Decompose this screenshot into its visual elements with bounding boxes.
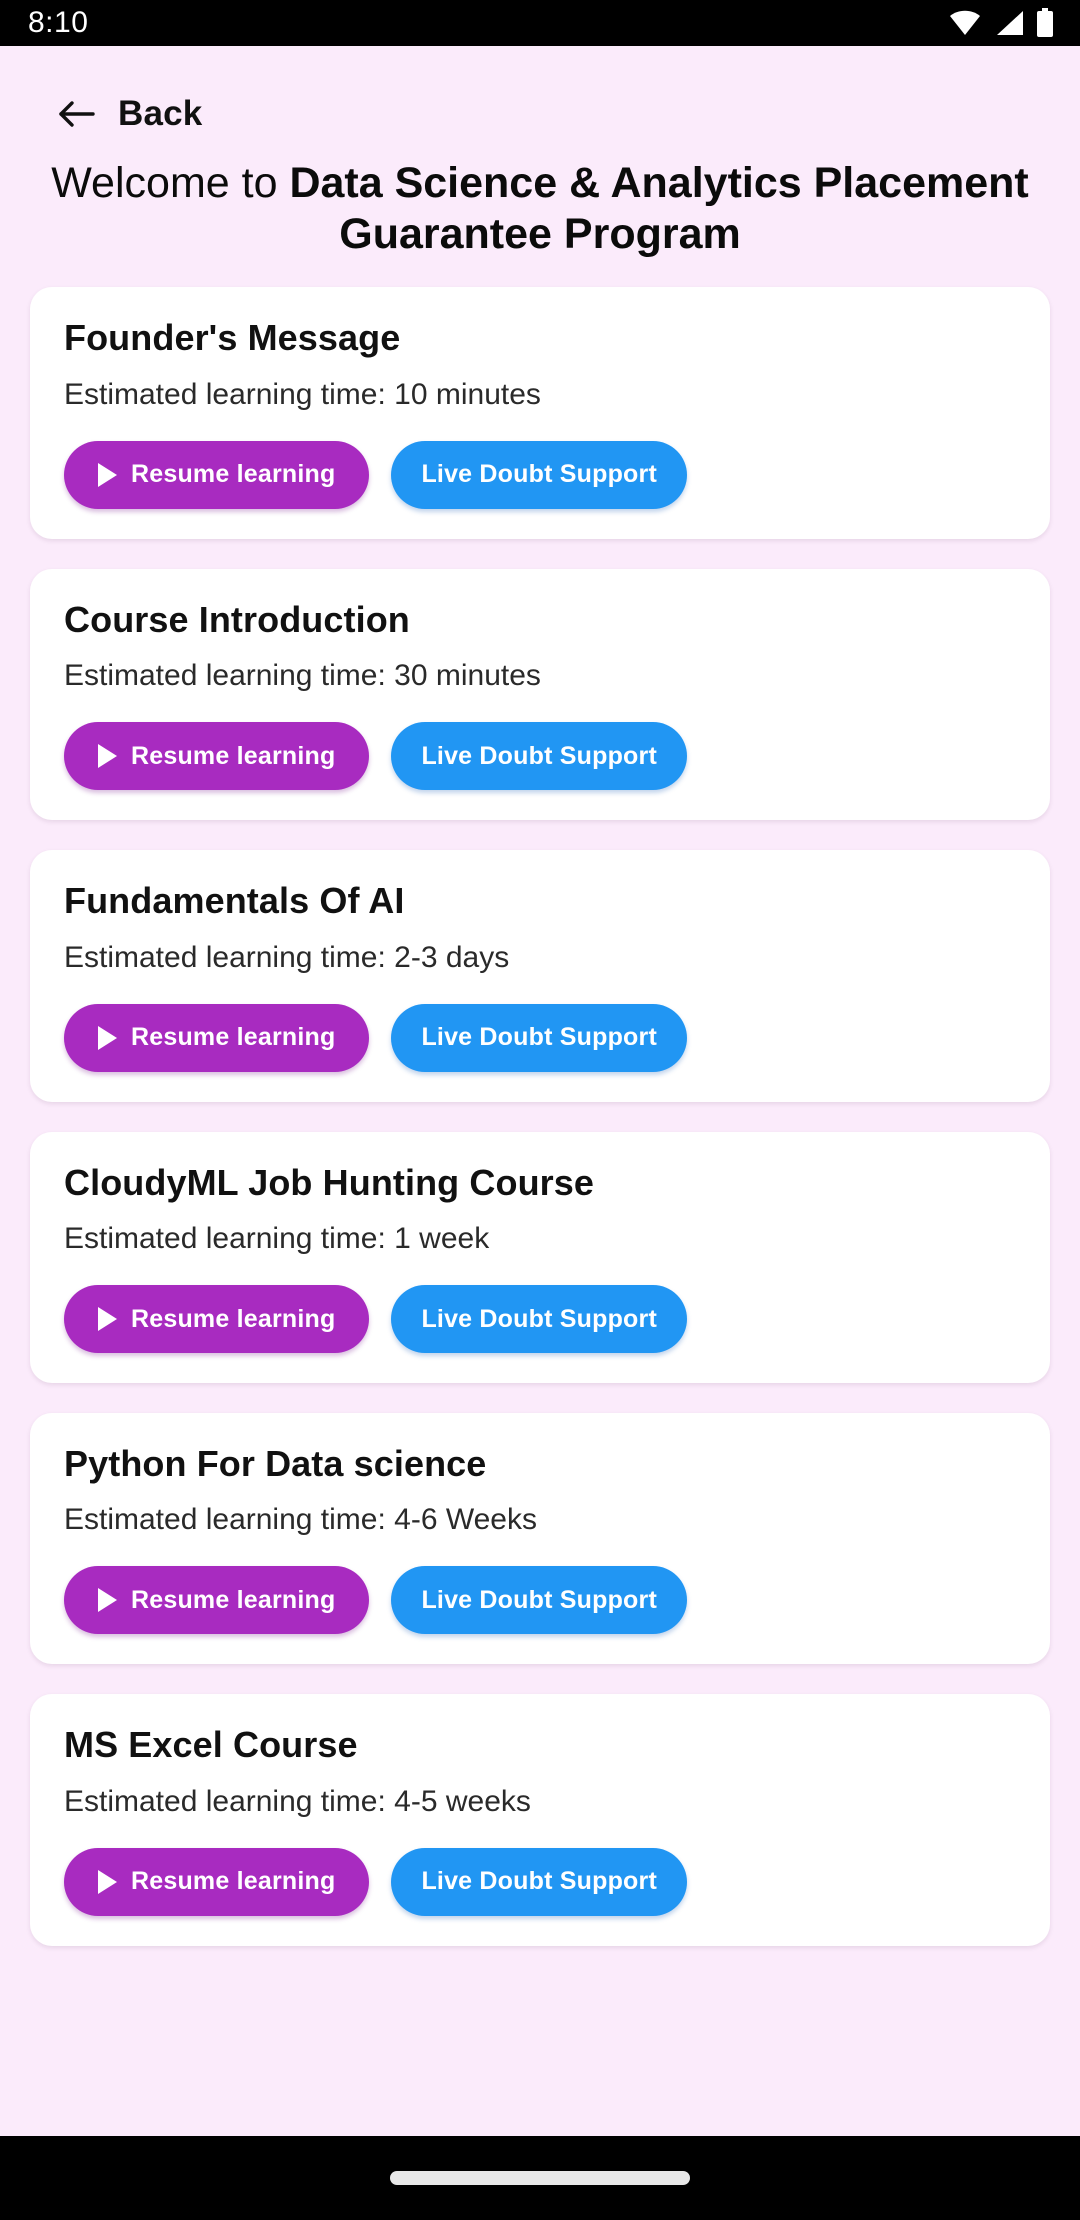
app-screen: 8:10 Back Welcome to Data Science & Anal… (0, 0, 1080, 2220)
course-estimated-time: Estimated learning time: 1 week (64, 1222, 490, 1256)
resume-learning-label: Resume learning (131, 741, 336, 770)
resume-learning-button[interactable]: Resume learning (64, 722, 370, 791)
course-title: Python For Data science (64, 1443, 487, 1485)
resume-learning-label: Resume learning (131, 1304, 336, 1333)
cellular-signal-icon (997, 11, 1023, 35)
welcome-prefix: Welcome to (51, 159, 290, 207)
live-doubt-support-label: Live Doubt Support (421, 1023, 657, 1052)
live-doubt-support-button[interactable]: Live Doubt Support (391, 722, 687, 791)
resume-learning-button[interactable]: Resume learning (64, 1847, 370, 1916)
play-icon (98, 1025, 117, 1050)
course-list: Founder's Message Estimated learning time… (0, 259, 1080, 2220)
course-estimated-time: Estimated learning time: 2-3 days (64, 940, 510, 974)
course-estimated-time: Estimated learning time: 10 minutes (64, 377, 541, 411)
resume-learning-button[interactable]: Resume learning (64, 440, 370, 509)
course-estimated-time: Estimated learning time: 4-5 weeks (64, 1784, 531, 1818)
play-icon (98, 1869, 117, 1894)
course-estimated-time: Estimated learning time: 4-6 Weeks (64, 1503, 537, 1537)
live-doubt-support-button[interactable]: Live Doubt Support (391, 1285, 687, 1354)
resume-learning-label: Resume learning (131, 1585, 336, 1614)
course-title: Fundamentals Of AI (64, 880, 405, 922)
play-icon (98, 1307, 117, 1332)
system-navigation-bar (0, 2136, 1080, 2220)
back-button[interactable]: Back (0, 46, 1080, 134)
home-gesture-pill[interactable] (390, 2171, 690, 2185)
status-bar-icons (948, 8, 1054, 38)
live-doubt-support-button[interactable]: Live Doubt Support (391, 1847, 687, 1916)
live-doubt-support-button[interactable]: Live Doubt Support (391, 1003, 687, 1072)
resume-learning-label: Resume learning (131, 1023, 336, 1052)
course-title: Founder's Message (64, 317, 401, 359)
play-icon (98, 744, 117, 769)
battery-icon (1037, 8, 1053, 37)
live-doubt-support-button[interactable]: Live Doubt Support (391, 440, 687, 509)
live-doubt-support-label: Live Doubt Support (421, 1304, 657, 1333)
course-card[interactable]: CloudyML Job Hunting Course Estimated lea… (30, 1131, 1050, 1384)
resume-learning-label: Resume learning (131, 1867, 336, 1896)
resume-learning-label: Resume learning (131, 460, 336, 489)
resume-learning-button[interactable]: Resume learning (64, 1003, 370, 1072)
course-card[interactable]: Course Introduction Estimated learning ti… (30, 568, 1050, 821)
course-card[interactable]: Python For Data science Estimated learnin… (30, 1413, 1050, 1665)
arrow-left-icon (59, 101, 95, 127)
live-doubt-support-label: Live Doubt Support (421, 1585, 657, 1614)
course-estimated-time: Estimated learning time: 30 minutes (64, 659, 541, 693)
live-doubt-support-label: Live Doubt Support (421, 1867, 657, 1896)
status-bar: 8:10 (0, 0, 1080, 46)
course-actions: Resume learning Live Doubt Support (64, 440, 1016, 509)
live-doubt-support-label: Live Doubt Support (421, 741, 657, 770)
wifi-icon (950, 10, 980, 35)
back-button-label: Back (118, 94, 203, 133)
status-bar-clock: 8:10 (28, 6, 89, 39)
course-title: MS Excel Course (64, 1724, 358, 1766)
program-name: Data Science & Analytics Placement Guara… (289, 159, 1029, 258)
course-actions: Resume learning Live Doubt Support (64, 1003, 1016, 1072)
course-actions: Resume learning Live Doubt Support (64, 1285, 1016, 1354)
page-title: Welcome to Data Science & Analytics Plac… (0, 134, 1080, 259)
play-icon (98, 1588, 117, 1613)
course-card[interactable]: Founder's Message Estimated learning time… (30, 287, 1050, 539)
play-icon (98, 462, 117, 487)
course-card[interactable]: MS Excel Course Estimated learning time: … (30, 1694, 1050, 1946)
course-card[interactable]: Fundamentals Of AI Estimated learning tim… (30, 850, 1050, 1102)
course-title: CloudyML Job Hunting Course (64, 1161, 595, 1203)
course-actions: Resume learning Live Doubt Support (64, 1566, 1016, 1635)
course-actions: Resume learning Live Doubt Support (64, 1847, 1016, 1916)
resume-learning-button[interactable]: Resume learning (64, 1285, 370, 1354)
course-title: Course Introduction (64, 598, 410, 640)
resume-learning-button[interactable]: Resume learning (64, 1566, 370, 1635)
course-actions: Resume learning Live Doubt Support (64, 722, 1016, 791)
live-doubt-support-label: Live Doubt Support (421, 460, 657, 489)
live-doubt-support-button[interactable]: Live Doubt Support (391, 1566, 687, 1635)
